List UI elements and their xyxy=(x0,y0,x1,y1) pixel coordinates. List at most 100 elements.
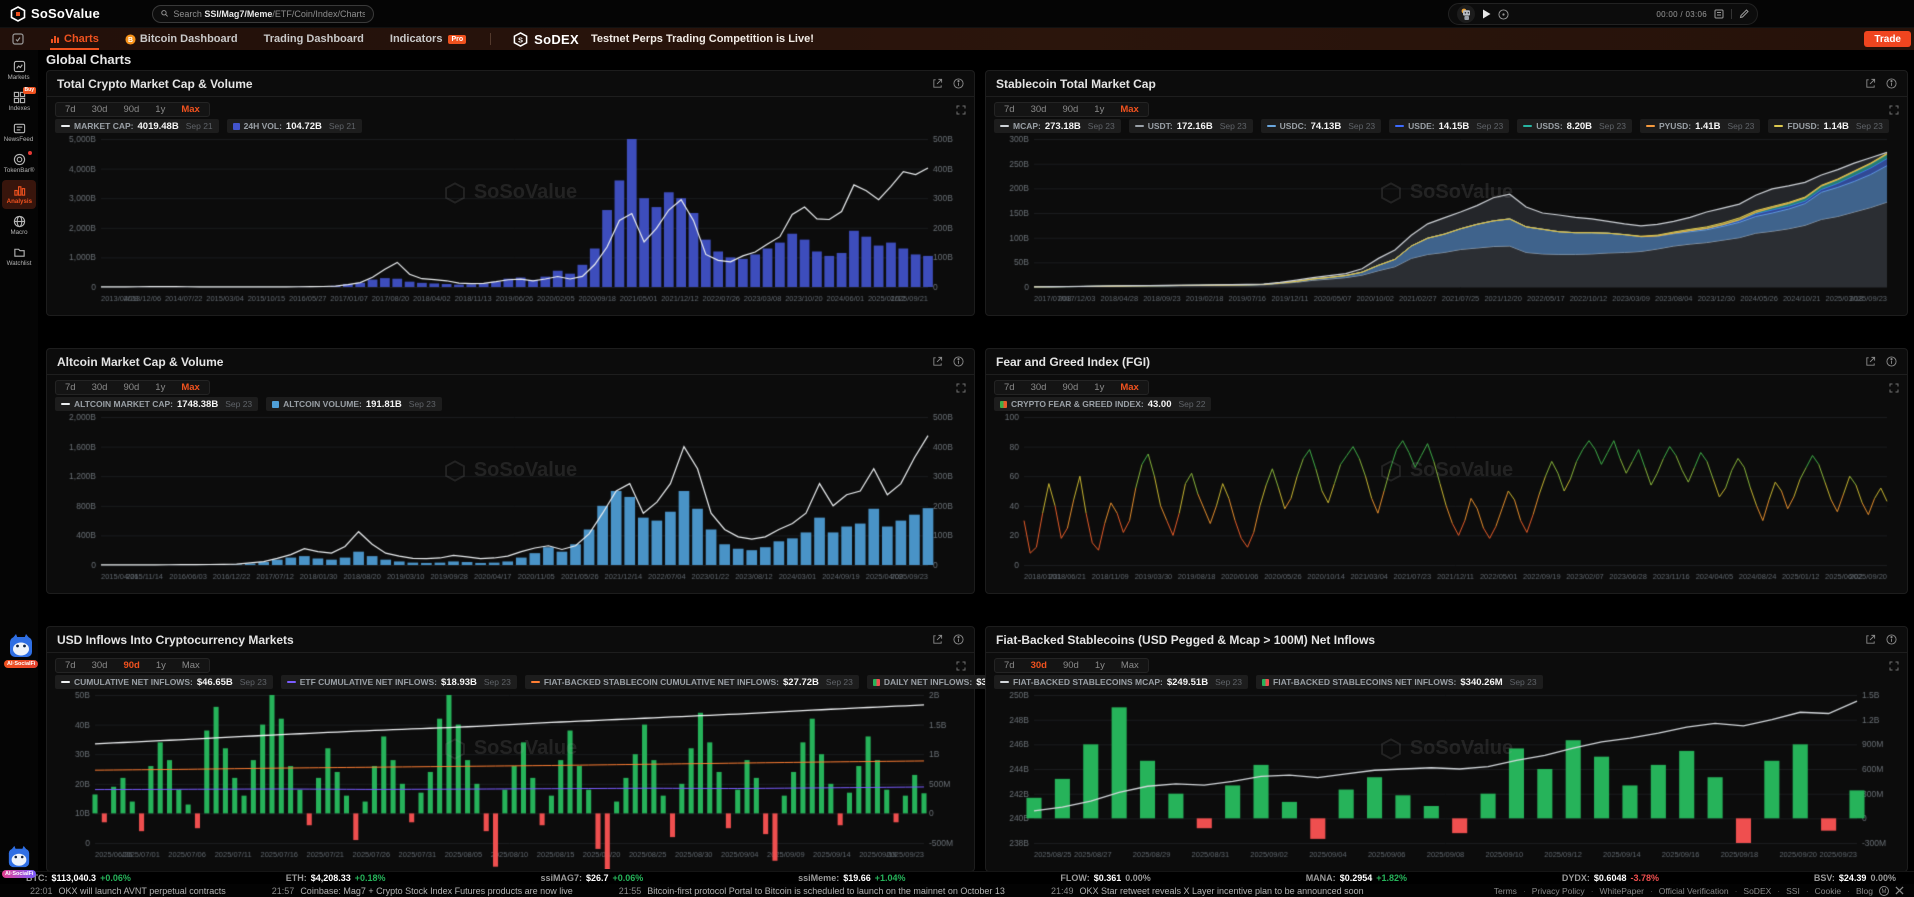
footer-link-cookie[interactable]: Cookie xyxy=(1815,886,1841,896)
playback-speed-icon[interactable] xyxy=(1498,9,1509,20)
range-button-7d[interactable]: 7d xyxy=(997,104,1022,115)
range-button-max[interactable]: Max xyxy=(1113,104,1145,115)
expand-icon[interactable] xyxy=(1889,380,1899,398)
range-button-max[interactable]: Max xyxy=(1113,382,1145,393)
ticker-item-ssimeme[interactable]: ssiMeme:$19.66+1.04% xyxy=(798,873,905,883)
info-icon[interactable] xyxy=(953,356,964,367)
ticker-item-flow[interactable]: FLOW:$0.3610.00% xyxy=(1060,873,1150,883)
playlist-icon[interactable] xyxy=(1714,9,1724,19)
ai-mascot-button[interactable]: AI·SocialFi xyxy=(4,633,38,668)
info-icon[interactable] xyxy=(1886,78,1897,89)
share-icon[interactable] xyxy=(1865,356,1876,367)
footer-link-whitepaper[interactable]: WhitePaper xyxy=(1600,886,1644,896)
legend-value: 104.72B xyxy=(286,121,322,132)
expand-icon[interactable] xyxy=(956,380,966,398)
range-button-1y[interactable]: 1y xyxy=(148,382,172,393)
share-icon[interactable] xyxy=(1865,634,1876,645)
sidebar-item-newsfeed[interactable]: NewsFeed xyxy=(2,118,36,147)
range-button-max[interactable]: Max xyxy=(1114,660,1146,671)
sidebar-item-analysis[interactable]: Analysis xyxy=(2,180,36,209)
range-button-max[interactable]: Max xyxy=(175,660,207,671)
range-button-90d[interactable]: 90d xyxy=(116,382,146,393)
range-button-30d[interactable]: 30d xyxy=(85,660,115,671)
range-button-90d[interactable]: 90d xyxy=(1056,660,1086,671)
x-twitter-icon[interactable] xyxy=(1895,886,1904,895)
ai-socialfi-corner-button[interactable]: AI·SocialFi xyxy=(2,845,36,878)
usd-inflows-chart[interactable] xyxy=(55,687,968,869)
range-button-30d[interactable]: 30d xyxy=(85,382,115,393)
range-button-7d[interactable]: 7d xyxy=(997,660,1022,671)
range-button-1y[interactable]: 1y xyxy=(148,104,172,115)
footer-link-terms[interactable]: Terms xyxy=(1494,886,1517,896)
tab-charts[interactable]: Charts xyxy=(50,28,99,50)
footer-link-official-verification[interactable]: Official Verification xyxy=(1659,886,1729,896)
share-icon[interactable] xyxy=(932,634,943,645)
range-button-max[interactable]: Max xyxy=(174,382,206,393)
range-button-1y[interactable]: 1y xyxy=(1087,382,1111,393)
range-button-30d[interactable]: 30d xyxy=(1024,104,1054,115)
tab-trading-dashboard[interactable]: Trading Dashboard xyxy=(264,28,364,50)
sidebar-item-indexes[interactable]: Buy Indexes xyxy=(2,87,36,116)
stablecoin-net-inflows-chart[interactable] xyxy=(994,687,1901,869)
range-button-7d[interactable]: 7d xyxy=(58,104,83,115)
sidebar-item-markets[interactable]: Markets xyxy=(2,56,36,85)
trade-button[interactable]: Trade xyxy=(1864,31,1911,47)
range-button-90d[interactable]: 90d xyxy=(116,104,146,115)
range-button-1y[interactable]: 1y xyxy=(149,660,173,671)
ticker-item-dydx[interactable]: DYDX:$0.6048-3.78% xyxy=(1562,873,1659,883)
footer-link-blog[interactable]: Blog xyxy=(1856,886,1873,896)
total-crypto-market-cap-chart[interactable] xyxy=(55,131,968,313)
range-button-7d[interactable]: 7d xyxy=(997,382,1022,393)
ticker-item-eth[interactable]: ETH:$4,208.33+0.18% xyxy=(286,873,386,883)
range-button-1y[interactable]: 1y xyxy=(1087,104,1111,115)
info-icon[interactable] xyxy=(1886,356,1897,367)
sosovalue-logo[interactable]: SoSoValue xyxy=(10,6,100,22)
info-icon[interactable] xyxy=(953,634,964,645)
share-icon[interactable] xyxy=(932,356,943,367)
info-icon[interactable] xyxy=(953,78,964,89)
ticker-item-mana[interactable]: MANA:$0.2954+1.82% xyxy=(1306,873,1407,883)
expand-icon[interactable] xyxy=(1889,102,1899,120)
play-button[interactable] xyxy=(1482,9,1491,19)
sidebar-item-watchlist[interactable]: Watchlist xyxy=(2,242,36,271)
tab-indicators[interactable]: Indicators Pro xyxy=(390,28,466,50)
voice-settings-icon[interactable] xyxy=(1739,9,1749,19)
news-item[interactable]: 21:55Bitcoin-first protocol Portal to Bi… xyxy=(619,886,1005,896)
range-button-90d[interactable]: 90d xyxy=(1055,104,1085,115)
stablecoin-market-cap-chart[interactable] xyxy=(994,131,1901,313)
expand-icon[interactable] xyxy=(1889,658,1899,676)
medium-icon[interactable]: M xyxy=(1879,886,1889,896)
share-icon[interactable] xyxy=(932,78,943,89)
range-button-30d[interactable]: 30d xyxy=(1024,660,1054,671)
ticker-item-bsv[interactable]: BSV:$24.390.00% xyxy=(1814,873,1896,883)
range-button-7d[interactable]: 7d xyxy=(58,382,83,393)
search-input[interactable]: Search SSI/Mag7/Meme/ETF/Coin/Index/Char… xyxy=(152,5,374,23)
news-item[interactable]: 21:57Coinbase: Mag7 + Crypto Stock Index… xyxy=(272,886,573,896)
tab-bitcoin-dashboard[interactable]: B Bitcoin Dashboard xyxy=(125,28,238,50)
ticker-item-btc[interactable]: BTC:$113,040.3+0.06% xyxy=(26,873,131,883)
range-button-1y[interactable]: 1y xyxy=(1088,660,1112,671)
range-button-max[interactable]: Max xyxy=(174,104,206,115)
range-button-30d[interactable]: 30d xyxy=(1024,382,1054,393)
expand-icon[interactable] xyxy=(956,102,966,120)
footer-link-sodex[interactable]: SoDEX xyxy=(1743,886,1771,896)
info-icon[interactable] xyxy=(1886,634,1897,645)
share-icon[interactable] xyxy=(1865,78,1876,89)
footer-link-ssi[interactable]: SSI xyxy=(1786,886,1800,896)
expand-icon[interactable] xyxy=(956,658,966,676)
news-item[interactable]: 21:49OKX Star retweet reveals X Layer in… xyxy=(1051,886,1364,896)
footer-link-privacy-policy[interactable]: Privacy Policy xyxy=(1532,886,1585,896)
range-button-90d[interactable]: 90d xyxy=(116,660,146,671)
apps-grid-icon[interactable] xyxy=(12,33,24,45)
panel-title: Altcoin Market Cap & Volume xyxy=(57,355,223,369)
ticker-item-ssimag7[interactable]: ssiMAG7:$26.7+0.06% xyxy=(540,873,643,883)
news-item[interactable]: 22:01OKX will launch AVNT perpetual cont… xyxy=(30,886,226,896)
sidebar-item-macro[interactable]: Macro xyxy=(2,211,36,240)
range-button-7d[interactable]: 7d xyxy=(58,660,83,671)
sodex-banner[interactable]: S SoDEX Testnet Perps Trading Competitio… xyxy=(513,32,814,47)
range-button-30d[interactable]: 30d xyxy=(85,104,115,115)
sidebar-item-tokenbar[interactable]: TokenBar® xyxy=(2,149,36,178)
fear-greed-index-chart[interactable] xyxy=(994,409,1901,591)
altcoin-market-cap-chart[interactable] xyxy=(55,409,968,591)
range-button-90d[interactable]: 90d xyxy=(1055,382,1085,393)
